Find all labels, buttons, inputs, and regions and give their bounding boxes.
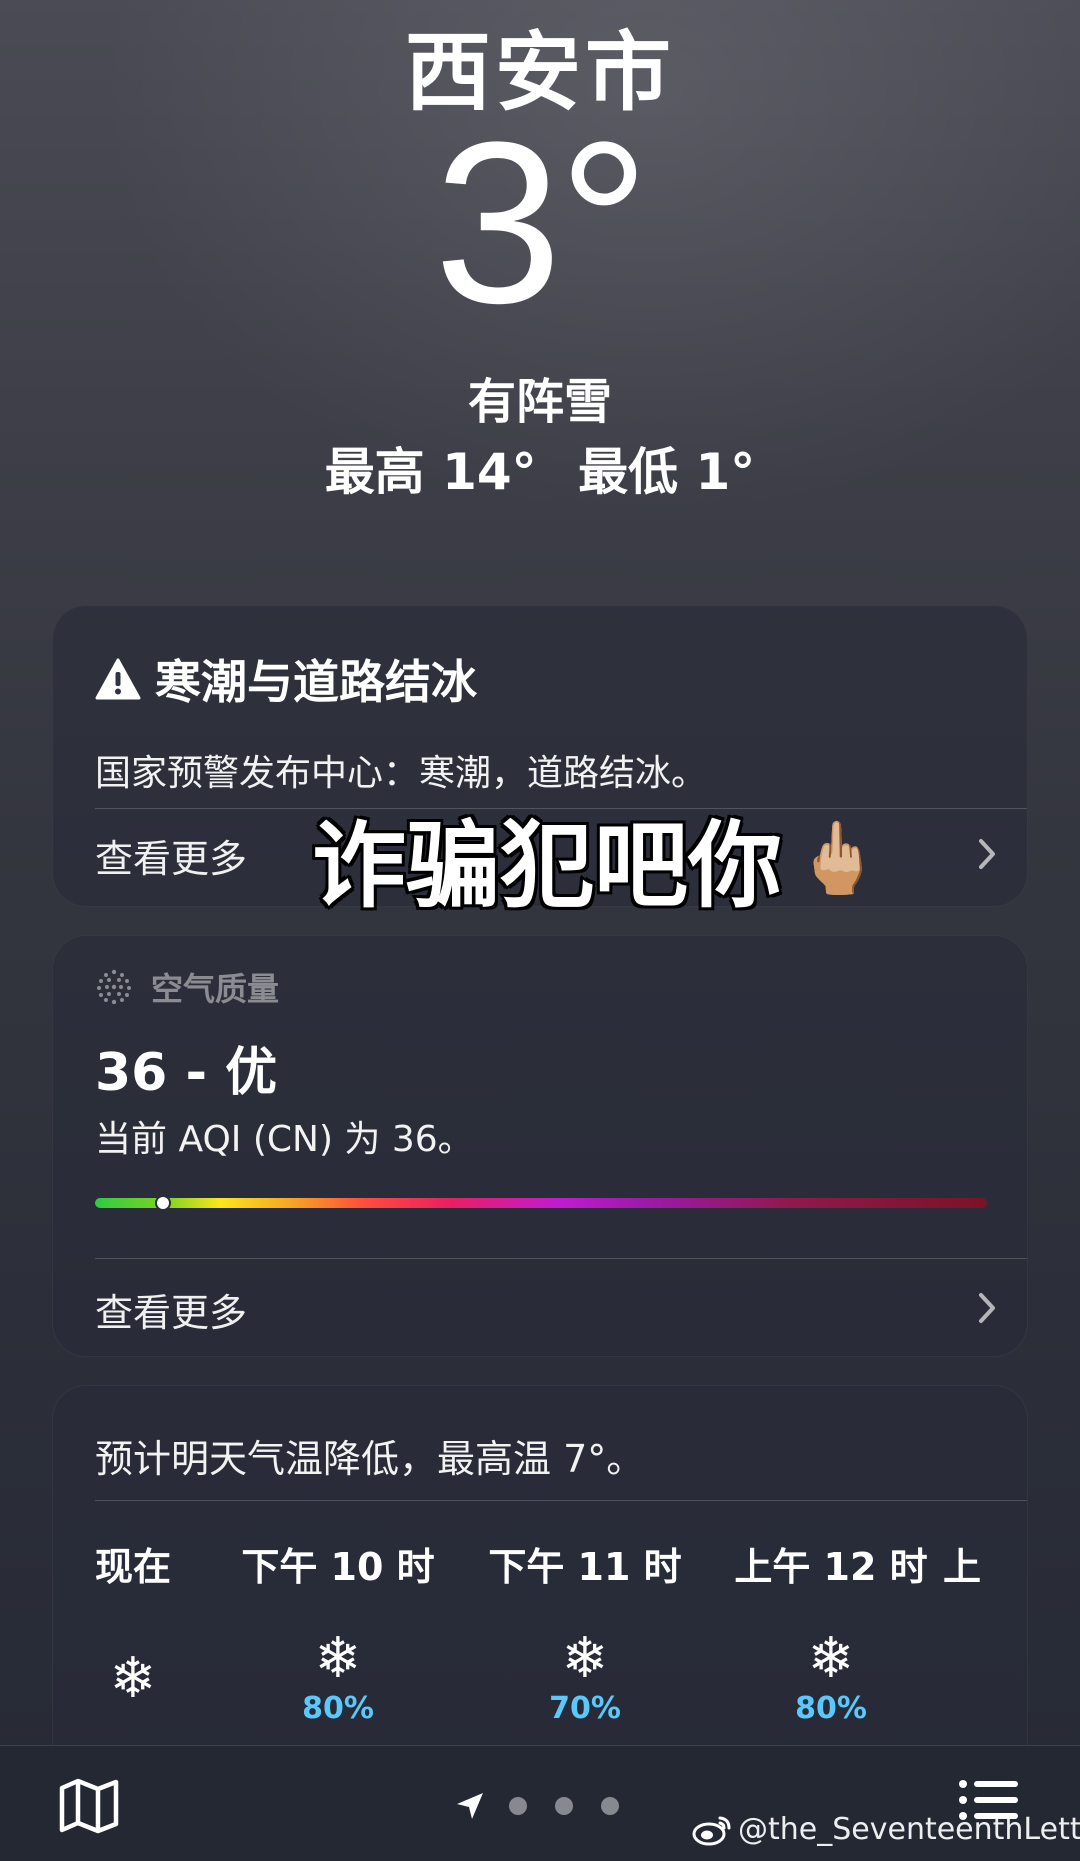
precip-chance: 70% xyxy=(549,1691,621,1726)
aqi-description: 当前 AQI (CN) 为 36。 xyxy=(95,1119,474,1160)
warning-icon xyxy=(95,658,141,700)
aqi-divider xyxy=(95,1258,1027,1259)
aqi-see-more-link[interactable]: 查看更多 xyxy=(95,1282,247,1337)
air-quality-label-row: 空气质量 xyxy=(95,964,279,1010)
page-dot xyxy=(601,1797,619,1815)
aqi-value: 36 - 优 xyxy=(95,1043,278,1103)
precip-chance: 80% xyxy=(302,1691,374,1726)
high-temperature: 最高 14° xyxy=(324,443,537,501)
hourly-divider xyxy=(95,1500,1027,1501)
weather-condition: 有阵雪 xyxy=(467,374,612,430)
chevron-right-icon[interactable] xyxy=(977,1292,997,1324)
hour-label: 现在 xyxy=(94,1545,171,1589)
alert-title-row: 寒潮与道路结冰 xyxy=(95,646,477,712)
low-temperature: 最低 1° xyxy=(578,443,756,501)
aqi-scale-bar xyxy=(95,1195,987,1211)
alert-body: 国家预警发布中心：寒潮，道路结冰。 xyxy=(95,753,708,794)
watermark-text: @the_SeventeenthLetter xyxy=(738,1812,1080,1847)
page-dot xyxy=(555,1797,573,1815)
hour-label: 下午 11 时 xyxy=(488,1545,682,1589)
air-quality-label: 空气质量 xyxy=(151,970,280,1008)
current-temperature: 3° xyxy=(434,94,650,351)
alert-see-more-link[interactable]: 查看更多 xyxy=(95,828,247,883)
weibo-icon xyxy=(692,1816,731,1845)
hour-item: 现在 ❄ xyxy=(53,1536,233,1711)
forecast-summary: 预计明天气温降低，最高温 7°。 xyxy=(95,1437,645,1481)
hand-gesture-emoji-icon: 🖕🏼 xyxy=(794,816,882,899)
weibo-watermark: @the_SeventeenthLetter xyxy=(692,1812,1080,1847)
hour-label: 上 xyxy=(943,1545,982,1589)
air-quality-icon xyxy=(97,969,131,1005)
overlay-caption: 诈骗犯吧你 🖕🏼 xyxy=(309,790,882,926)
high-low-temperatures: 最高 14° 最低 1° xyxy=(0,432,1080,504)
precip-chance: 80% xyxy=(795,1691,867,1726)
map-icon[interactable] xyxy=(58,1778,120,1834)
hourly-scroll-row[interactable]: 现在 ❄ 下午 10 时 ❄ 80% 下午 11 时 ❄ 70% 上午 12 时… xyxy=(53,1536,1027,1736)
hour-label: 下午 10 时 xyxy=(241,1545,435,1589)
page-dot xyxy=(509,1797,527,1815)
hour-label: 上午 12 时 xyxy=(734,1545,928,1589)
aqi-scale-marker xyxy=(154,1195,171,1211)
caption-text: 诈骗犯吧你 xyxy=(309,810,784,924)
hour-item: 下午 11 时 ❄ 70% xyxy=(485,1536,685,1726)
location-arrow-icon xyxy=(457,1793,483,1819)
page-indicator[interactable] xyxy=(455,1791,647,1821)
snowflake-icon: ❄ xyxy=(109,1646,157,1711)
hour-item: 上 xyxy=(943,1536,1023,1591)
alert-title: 寒潮与道路结冰 xyxy=(155,655,477,709)
hour-item: 下午 10 时 ❄ 80% xyxy=(238,1536,438,1726)
hour-item: 上午 12 时 ❄ 80% xyxy=(731,1536,931,1726)
air-quality-card[interactable]: 空气质量 36 - 优 当前 AQI (CN) 为 36。 查看更多 xyxy=(52,935,1028,1357)
chevron-right-icon[interactable] xyxy=(977,838,997,870)
snowflake-icon: ❄ xyxy=(561,1626,609,1691)
snowflake-icon: ❄ xyxy=(807,1626,855,1691)
snowflake-icon: ❄ xyxy=(314,1626,362,1691)
